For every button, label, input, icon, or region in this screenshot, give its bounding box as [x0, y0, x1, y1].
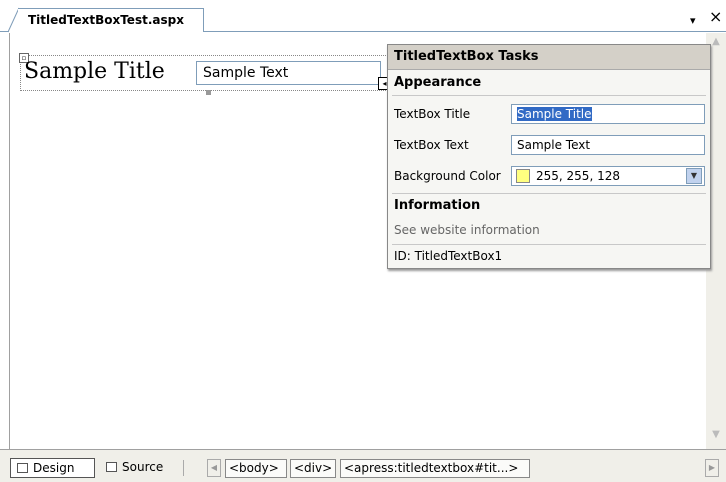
- color-swatch: [516, 169, 530, 183]
- textbox-title-field[interactable]: Sample Title: [511, 104, 705, 124]
- breadcrumb-scroll-right-icon[interactable]: ▶: [705, 459, 719, 477]
- appearance-divider: [392, 95, 706, 96]
- website-information-link[interactable]: See website information: [394, 223, 540, 237]
- tasks-panel-title: TitledTextBox Tasks: [388, 45, 710, 70]
- appearance-heading: Appearance: [394, 75, 482, 90]
- background-color-value: 255, 255, 128: [536, 169, 620, 183]
- design-view-icon: [17, 463, 28, 473]
- control-title: Sample Title: [24, 59, 165, 84]
- source-view-icon: [106, 462, 117, 472]
- breadcrumb-div[interactable]: <div>: [290, 459, 336, 478]
- window-menu-chevron-icon[interactable]: ▾: [690, 14, 696, 27]
- textbox-title-label: TextBox Title: [394, 107, 471, 121]
- textbox-title-value: Sample Title: [517, 107, 592, 121]
- design-view-button[interactable]: Design: [10, 458, 95, 478]
- tab-underline-cover: [9, 31, 203, 33]
- view-switcher-bar: Design Source ◀ <body> <div> <apress:tit…: [0, 449, 726, 482]
- source-view-label: Source: [122, 460, 164, 474]
- control-id-label: ID: TitledTextBox1: [394, 249, 503, 263]
- resize-handle[interactable]: [206, 90, 211, 95]
- breadcrumb-titledtextbox[interactable]: <apress:titledtextbox#tit...>: [340, 459, 530, 478]
- info-divider: [392, 244, 706, 245]
- document-tab-strip: TitledTextBoxTest.aspx ▾ ×: [0, 0, 726, 33]
- background-color-label: Background Color: [394, 169, 501, 183]
- source-view-button[interactable]: Source: [100, 458, 178, 478]
- scroll-down-icon[interactable]: ▼: [708, 429, 724, 443]
- textbox-text-label: TextBox Text: [394, 138, 469, 152]
- tasks-panel: TitledTextBox Tasks Appearance TextBox T…: [387, 44, 711, 269]
- information-heading: Information: [394, 198, 481, 213]
- close-icon[interactable]: ×: [709, 8, 722, 26]
- background-color-select[interactable]: 255, 255, 128 ▼: [511, 166, 705, 186]
- toolbar-separator: [183, 460, 184, 476]
- control-textbox[interactable]: Sample Text: [196, 61, 381, 85]
- breadcrumb-body[interactable]: <body>: [225, 459, 287, 478]
- section-divider: [392, 193, 706, 194]
- chevron-down-icon[interactable]: ▼: [686, 168, 702, 184]
- design-view-label: Design: [33, 461, 75, 475]
- breadcrumb-scroll-left-icon[interactable]: ◀: [207, 459, 221, 477]
- textbox-text-field[interactable]: Sample Text: [511, 135, 705, 155]
- tab-label: TitledTextBoxTest.aspx: [28, 13, 184, 27]
- tab-titledtextboxtest[interactable]: TitledTextBoxTest.aspx: [18, 8, 204, 32]
